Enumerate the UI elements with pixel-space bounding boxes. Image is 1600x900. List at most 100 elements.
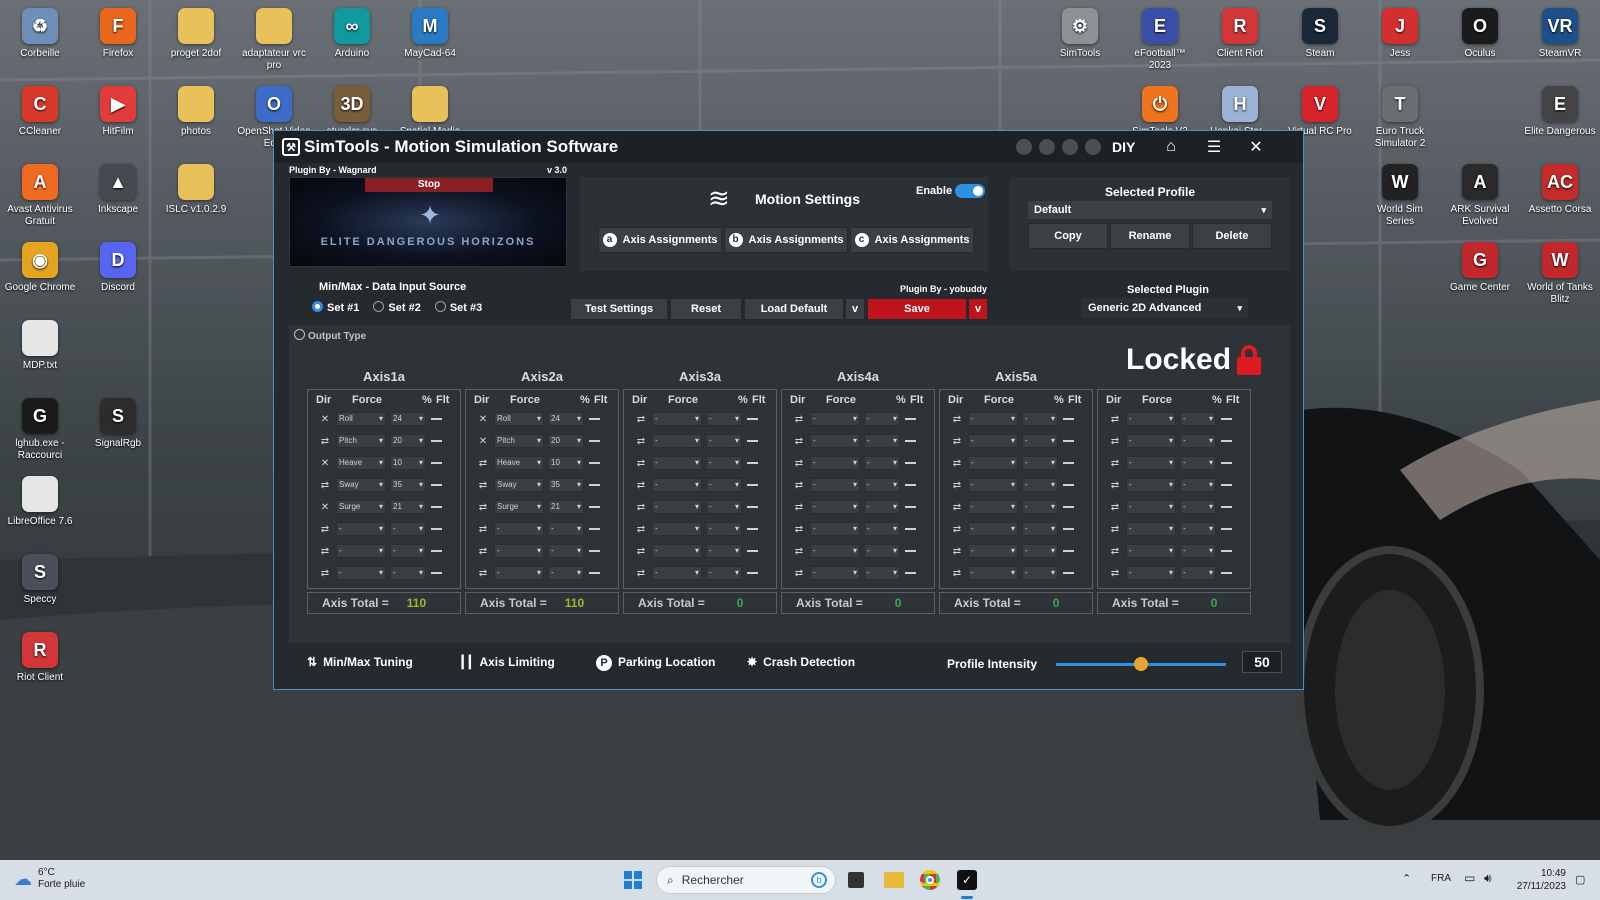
force-dropdown[interactable]: Pitch (494, 434, 544, 448)
filter-toggle[interactable] (431, 484, 442, 486)
filter-toggle[interactable] (1221, 462, 1232, 464)
edit-icon[interactable] (1062, 137, 1078, 157)
force-dropdown[interactable]: - (968, 456, 1018, 470)
desktop-icon-adaptateur-vrc-pro[interactable]: adaptateur vrc pro (236, 8, 312, 72)
direction-icon[interactable]: ⇄ (1108, 458, 1122, 469)
percent-dropdown[interactable]: - (706, 500, 742, 514)
start-button[interactable] (624, 871, 642, 889)
filter-toggle[interactable] (431, 506, 442, 508)
tray-chevron-icon[interactable]: ⌃ (1402, 872, 1411, 885)
percent-dropdown[interactable]: - (1180, 478, 1216, 492)
force-dropdown[interactable]: - (1126, 522, 1176, 536)
percent-dropdown[interactable]: - (706, 478, 742, 492)
direction-icon[interactable]: ⇄ (792, 436, 806, 447)
filter-toggle[interactable] (431, 550, 442, 552)
percent-dropdown[interactable]: - (1022, 434, 1058, 448)
direction-icon[interactable]: ⇄ (1108, 546, 1122, 557)
direction-icon[interactable]: ⇄ (950, 502, 964, 513)
delete-button[interactable]: Delete (1192, 223, 1272, 249)
desktop-icon-assetto-corsa[interactable]: AC Assetto Corsa (1522, 164, 1598, 216)
force-dropdown[interactable]: - (652, 434, 702, 448)
direction-icon[interactable]: ⇄ (476, 458, 490, 469)
direction-icon[interactable]: ⇄ (318, 546, 332, 557)
direction-icon[interactable]: ⇄ (792, 480, 806, 491)
force-dropdown[interactable]: - (968, 434, 1018, 448)
direction-icon[interactable]: ⇄ (476, 568, 490, 579)
desktop-icon-euro-truck-simulator-2[interactable]: T Euro Truck Simulator 2 (1362, 86, 1438, 150)
desktop-icon-world-sim-series[interactable]: W World Sim Series (1362, 164, 1438, 228)
chrome-icon[interactable] (920, 870, 940, 890)
plugin-select[interactable]: Generic 2D Advanced ▾ (1082, 298, 1248, 318)
desktop-icon-discord[interactable]: D Discord (80, 242, 156, 294)
desktop-icon-inkscape[interactable]: ▲ Inkscape (80, 164, 156, 216)
network-icon[interactable]: ▭ (1464, 871, 1475, 885)
direction-icon[interactable]: ⇄ (950, 546, 964, 557)
save-button[interactable]: Save (867, 298, 967, 320)
filter-toggle[interactable] (589, 506, 600, 508)
direction-icon[interactable]: ⇄ (318, 480, 332, 491)
desktop-icon-lghub-exe-raccourci[interactable]: Glghub.exe - Raccourci (2, 398, 78, 462)
direction-icon[interactable]: ⇄ (318, 524, 332, 535)
percent-dropdown[interactable]: - (1022, 456, 1058, 470)
filter-toggle[interactable] (747, 484, 758, 486)
percent-dropdown[interactable]: - (1180, 456, 1216, 470)
desktop-icon-mdp-txt[interactable]: MDP.txt (2, 320, 78, 372)
invert-direction-icon[interactable]: ✕ (476, 414, 490, 425)
desktop-icon-hitfilm[interactable]: ▶ HitFilm (80, 86, 156, 138)
output-type[interactable]: Output Type (294, 329, 366, 342)
desktop-icon-world-of-tanks-blitz[interactable]: W World of Tanks Blitz (1522, 242, 1598, 306)
tab-axis-assignments-a[interactable]: a Axis Assignments (598, 227, 722, 253)
percent-dropdown[interactable]: - (706, 566, 742, 580)
file-explorer-icon[interactable] (884, 872, 904, 888)
force-dropdown[interactable]: Roll (494, 412, 544, 426)
percent-dropdown[interactable]: - (1022, 412, 1058, 426)
force-dropdown[interactable]: - (652, 566, 702, 580)
direction-icon[interactable]: ⇄ (1108, 414, 1122, 425)
filter-toggle[interactable] (1221, 484, 1232, 486)
percent-dropdown[interactable]: - (548, 522, 584, 536)
set-radio-2[interactable]: Set #2 (373, 301, 421, 314)
filter-toggle[interactable] (905, 572, 916, 574)
percent-dropdown[interactable]: - (706, 522, 742, 536)
direction-icon[interactable]: ⇄ (792, 568, 806, 579)
percent-dropdown[interactable]: - (1022, 478, 1058, 492)
reset-button[interactable]: Reset (670, 298, 742, 320)
filter-toggle[interactable] (905, 550, 916, 552)
direction-icon[interactable]: ⇄ (634, 502, 648, 513)
desktop-icon-signalrgb[interactable]: S SignalRgb (80, 398, 156, 450)
percent-dropdown[interactable]: 24 (548, 412, 584, 426)
percent-dropdown[interactable]: - (548, 566, 584, 580)
filter-toggle[interactable] (747, 550, 758, 552)
force-dropdown[interactable]: - (968, 522, 1018, 536)
force-dropdown[interactable]: - (810, 456, 860, 470)
diy-button[interactable]: DIY (1112, 137, 1135, 157)
percent-dropdown[interactable]: - (1180, 544, 1216, 558)
filter-toggle[interactable] (905, 462, 916, 464)
direction-icon[interactable]: ⇄ (950, 436, 964, 447)
percent-dropdown[interactable]: - (706, 456, 742, 470)
intensity-slider-knob[interactable] (1134, 657, 1148, 671)
direction-icon[interactable]: ⇄ (634, 458, 648, 469)
percent-dropdown[interactable]: - (1180, 412, 1216, 426)
direction-icon[interactable]: ⇄ (634, 524, 648, 535)
percent-dropdown[interactable]: 24 (390, 412, 426, 426)
direction-icon[interactable]: ⇄ (792, 458, 806, 469)
desktop-icon-client-riot[interactable]: R Client Riot (1202, 8, 1278, 60)
invert-direction-icon[interactable]: ✕ (318, 458, 332, 469)
percent-dropdown[interactable]: - (1180, 500, 1216, 514)
desktop-icon-ccleaner[interactable]: C CCleaner (2, 86, 78, 138)
filter-toggle[interactable] (905, 440, 916, 442)
desktop-icon-elite-dangerous[interactable]: E Elite Dangerous (1522, 86, 1598, 138)
direction-icon[interactable]: ⇄ (634, 414, 648, 425)
percent-dropdown[interactable]: 10 (390, 456, 426, 470)
load-default-button[interactable]: Load Default (744, 298, 844, 320)
direction-icon[interactable]: ⇄ (950, 524, 964, 535)
percent-dropdown[interactable]: - (390, 544, 426, 558)
desktop-icon-avast-antivirus-gratuit[interactable]: A Avast Antivirus Gratuit (2, 164, 78, 228)
desktop-icon-efootball-2023[interactable]: EeFootball™ 2023 (1122, 8, 1198, 72)
filter-toggle[interactable] (1063, 418, 1074, 420)
percent-dropdown[interactable]: - (864, 566, 900, 580)
percent-dropdown[interactable]: 21 (390, 500, 426, 514)
force-dropdown[interactable]: - (652, 522, 702, 536)
filter-toggle[interactable] (1063, 506, 1074, 508)
